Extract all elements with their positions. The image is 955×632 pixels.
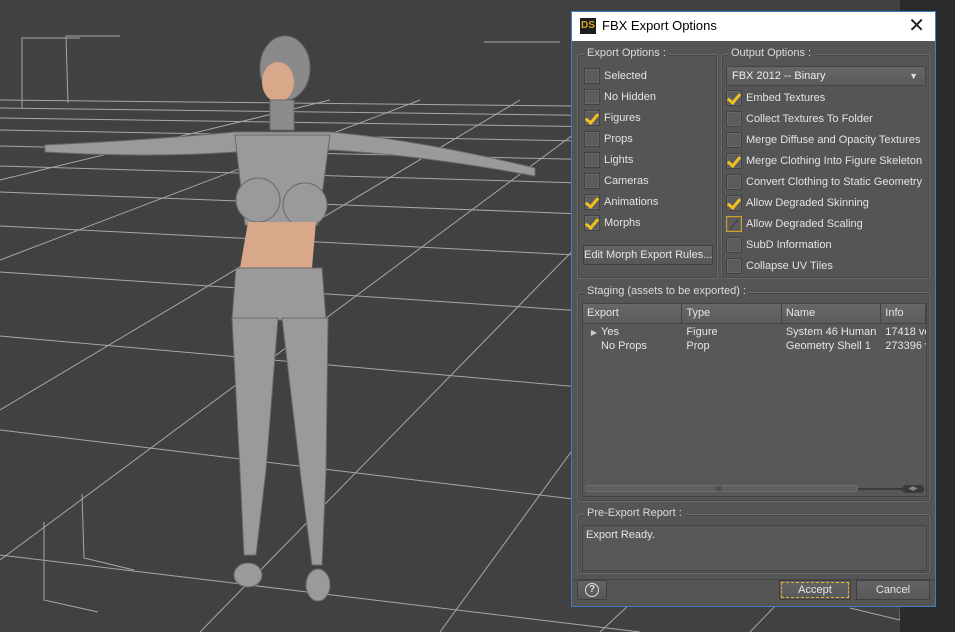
- pre-export-report-group: Pre-Export Report : Export Ready.: [577, 507, 930, 574]
- dialog-title: FBX Export Options: [602, 18, 717, 33]
- checkbox-checked-icon[interactable]: [726, 90, 742, 106]
- cell-name: Geometry Shell 1: [785, 340, 871, 352]
- checkbox-morphs[interactable]: Morphs: [584, 214, 641, 232]
- checkbox-label: Collapse UV Tiles: [746, 260, 833, 272]
- checkbox-selected[interactable]: Selected: [584, 67, 647, 85]
- column-header-export[interactable]: Export: [583, 304, 683, 324]
- figure-model: [44, 35, 536, 602]
- pre-export-report-label: Pre-Export Report :: [584, 507, 685, 519]
- checkbox-label: Selected: [604, 70, 647, 82]
- checkbox-allow-degraded-skinning[interactable]: Allow Degraded Skinning: [726, 194, 869, 212]
- scrollbar-thumb[interactable]: ||||: [585, 485, 858, 492]
- fbx-export-dialog: DS FBX Export Options ✕ Export Options :…: [571, 11, 936, 607]
- horizontal-scrollbar[interactable]: |||| ◀▶: [585, 485, 924, 493]
- checkbox-animations[interactable]: Animations: [584, 193, 658, 211]
- export-options-label: Export Options :: [584, 47, 669, 59]
- checkbox-label: Props: [604, 133, 633, 145]
- checkbox-unchecked-icon[interactable]: [584, 152, 600, 168]
- checkbox-props[interactable]: Props: [584, 130, 633, 148]
- checkbox-unchecked-icon[interactable]: [726, 174, 742, 190]
- checkbox-label: Merge Diffuse and Opacity Textures: [746, 134, 921, 146]
- cancel-button[interactable]: Cancel: [856, 580, 930, 600]
- checkbox-label: Cameras: [604, 175, 649, 187]
- checkbox-unchecked-icon[interactable]: [726, 132, 742, 148]
- title-bar[interactable]: DS FBX Export Options ✕: [572, 12, 935, 41]
- column-header-name[interactable]: Name: [781, 304, 882, 324]
- checkbox-label: Animations: [604, 196, 659, 208]
- checkbox-unchecked-icon[interactable]: [584, 173, 600, 189]
- checkbox-label: Embed Textures: [746, 92, 826, 104]
- format-dropdown-value: FBX 2012 -- Binary: [732, 70, 826, 82]
- checkbox-figures[interactable]: Figures: [584, 109, 641, 127]
- checkbox-no-hidden[interactable]: No Hidden: [584, 88, 656, 106]
- staging-table: Export Type Name Info ▶ Yes Figure System 4…: [582, 303, 927, 497]
- checkbox-unchecked-icon[interactable]: [726, 111, 742, 127]
- cell-export: ▶ Yes: [583, 325, 682, 339]
- table-row[interactable]: ▶ Yes Figure System 46 Human 17418 ve: [583, 325, 926, 339]
- output-options-group: Output Options : FBX 2012 -- Binary ▼ Em…: [721, 47, 930, 279]
- checkbox-cameras[interactable]: Cameras: [584, 172, 649, 190]
- cell-type: Prop: [686, 340, 710, 352]
- checkbox-label: Convert Clothing to Static Geometry: [746, 176, 923, 188]
- cell-name: System 46 Human: [785, 326, 877, 338]
- checkbox-merge-diffuse-and-opacity-textures[interactable]: Merge Diffuse and Opacity Textures: [726, 131, 920, 149]
- staging-group: Staging (assets to be exported) : Export…: [577, 285, 930, 502]
- checkbox-label: No Hidden: [604, 91, 656, 103]
- checkbox-unchecked-icon[interactable]: [584, 131, 600, 147]
- table-header: Export Type Name Info: [583, 304, 926, 324]
- checkbox-unchecked-icon[interactable]: [584, 68, 600, 84]
- checkbox-label: Lights: [604, 154, 634, 166]
- chevron-down-icon: ▼: [909, 71, 918, 81]
- checkbox-subd-information[interactable]: SubD Information: [726, 236, 832, 254]
- column-header-info[interactable]: Info: [881, 304, 926, 324]
- app-logo-icon: DS: [580, 18, 596, 34]
- checkbox-label: Allow Degraded Skinning: [746, 197, 869, 209]
- expand-arrow-icon[interactable]: ▶: [587, 326, 601, 339]
- checkbox-label: Allow Degraded Scaling: [746, 218, 863, 230]
- accept-button[interactable]: Accept: [779, 580, 851, 600]
- checkbox-convert-clothing-to-static-geometry[interactable]: Convert Clothing to Static Geometry: [726, 173, 922, 191]
- checkbox-label: Morphs: [604, 217, 641, 229]
- checkbox-label: Collect Textures To Folder: [746, 113, 873, 125]
- checkbox-allow-degraded-scaling[interactable]: Allow Degraded Scaling: [726, 215, 863, 233]
- staging-label: Staging (assets to be exported) :: [584, 285, 749, 297]
- cell-info: 273396 v: [885, 340, 927, 352]
- edit-morph-export-rules-button[interactable]: Edit Morph Export Rules...: [583, 245, 713, 265]
- output-options-label: Output Options :: [728, 47, 815, 59]
- cell-info: 17418 ve: [885, 326, 927, 338]
- checkbox-checked-icon[interactable]: [584, 110, 600, 126]
- help-icon: ?: [585, 583, 599, 597]
- checkbox-checked-icon[interactable]: [584, 194, 600, 210]
- checkbox-label: Figures: [604, 112, 641, 124]
- checkbox-collect-textures-to-folder[interactable]: Collect Textures To Folder: [726, 110, 873, 128]
- close-icon[interactable]: ✕: [908, 15, 925, 37]
- checkbox-embed-textures[interactable]: Embed Textures: [726, 89, 825, 107]
- table-row[interactable]: No Props Prop Geometry Shell 1 273396 v: [583, 339, 926, 353]
- checkbox-partial-icon[interactable]: [726, 216, 742, 232]
- checkbox-checked-icon[interactable]: [726, 195, 742, 211]
- checkbox-unchecked-icon[interactable]: [584, 89, 600, 105]
- checkbox-label: Merge Clothing Into Figure Skeleton: [746, 155, 923, 167]
- export-options-group: Export Options : Selected No Hidden Figure…: [577, 47, 718, 279]
- scroll-arrows-icon[interactable]: ◀▶: [902, 485, 924, 493]
- cell-export-text: No Props: [601, 340, 647, 352]
- checkbox-merge-clothing-into-figure-skeleton[interactable]: Merge Clothing Into Figure Skeleton: [726, 152, 922, 170]
- checkbox-label: SubD Information: [746, 239, 832, 251]
- format-dropdown[interactable]: FBX 2012 -- Binary ▼: [726, 66, 926, 86]
- checkbox-lights[interactable]: Lights: [584, 151, 633, 169]
- help-button[interactable]: ?: [577, 580, 607, 600]
- checkbox-collapse-uv-tiles[interactable]: Collapse UV Tiles: [726, 257, 833, 275]
- checkbox-checked-icon[interactable]: [726, 153, 742, 169]
- cell-export: No Props: [583, 339, 682, 353]
- checkbox-unchecked-icon[interactable]: [726, 237, 742, 253]
- cell-type: Figure: [686, 326, 718, 338]
- checkbox-unchecked-icon[interactable]: [726, 258, 742, 274]
- checkbox-checked-icon[interactable]: [584, 215, 600, 231]
- cell-export-text: Yes: [601, 326, 619, 338]
- pre-export-report-text: Export Ready.: [582, 525, 927, 571]
- column-header-type[interactable]: Type: [682, 304, 782, 324]
